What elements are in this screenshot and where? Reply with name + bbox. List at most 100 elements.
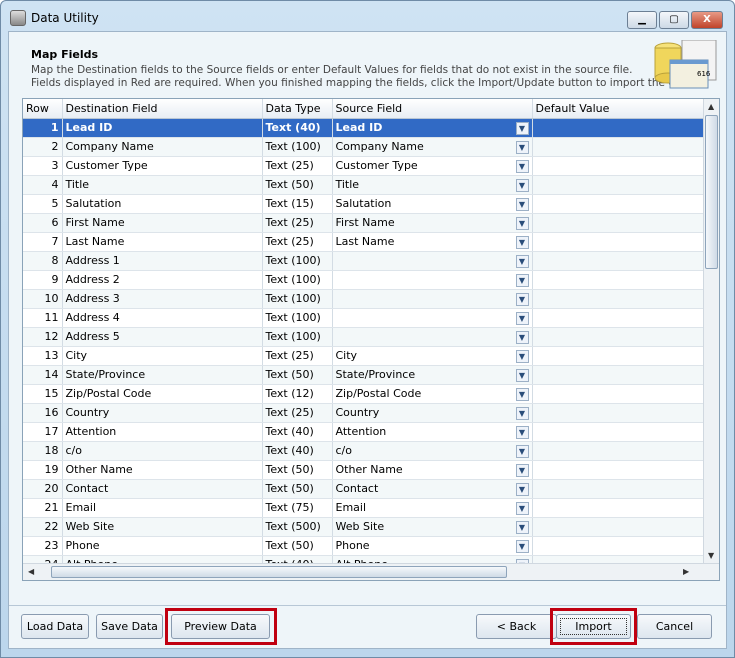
table-row[interactable]: 11 Address 4 Text (100) ▼ [23,308,704,328]
table-row[interactable]: 13 City Text (25) City ▼ [23,346,704,366]
source-field-cell[interactable]: Company Name ▼ [332,137,533,157]
source-field-cell[interactable]: First Name ▼ [332,213,533,233]
column-header-destination[interactable]: Destination Field [62,99,263,119]
source-field-cell[interactable]: Last Name ▼ [332,232,533,252]
default-value-cell[interactable] [532,384,704,404]
source-field-cell[interactable]: Web Site ▼ [332,517,533,537]
default-value-cell[interactable] [532,194,704,214]
table-row[interactable]: 6 First Name Text (25) First Name ▼ [23,213,704,233]
horizontal-scrollbar[interactable]: ◀ ▶ [23,563,719,580]
table-row[interactable]: 1 Lead ID Text (40) Lead ID ▼ [23,118,704,138]
table-row[interactable]: 21 Email Text (75) Email ▼ [23,498,704,518]
default-value-cell[interactable] [532,365,704,385]
default-value-cell[interactable] [532,118,704,138]
source-field-cell[interactable]: State/Province ▼ [332,365,533,385]
source-field-cell[interactable]: ▼ [332,251,533,271]
column-header-data-type[interactable]: Data Type [262,99,333,119]
table-row[interactable]: 15 Zip/Postal Code Text (12) Zip/Postal Cod… [23,384,704,404]
default-value-cell[interactable] [532,175,704,195]
chevron-down-icon[interactable]: ▼ [515,216,529,230]
default-value-cell[interactable] [532,213,704,233]
table-row[interactable]: 10 Address 3 Text (100) ▼ [23,289,704,309]
source-field-cell[interactable]: Customer Type ▼ [332,156,533,176]
chevron-down-icon[interactable]: ▼ [515,425,529,439]
source-field-cell[interactable]: City ▼ [332,346,533,366]
chevron-down-icon[interactable]: ▼ [515,406,529,420]
source-field-cell[interactable]: ▼ [332,270,533,290]
source-field-cell[interactable]: Country ▼ [332,403,533,423]
table-row[interactable]: 18 c/o Text (40) c/o ▼ [23,441,704,461]
source-field-cell[interactable]: ▼ [332,289,533,309]
chevron-down-icon[interactable]: ▼ [515,539,529,553]
horizontal-scroll-thumb[interactable] [51,566,507,578]
default-value-cell[interactable] [532,251,704,271]
chevron-down-icon[interactable]: ▼ [515,520,529,534]
default-value-cell[interactable] [532,270,704,290]
source-field-cell[interactable]: Contact ▼ [332,479,533,499]
table-row[interactable]: 19 Other Name Text (50) Other Name ▼ [23,460,704,480]
chevron-down-icon[interactable]: ▼ [515,178,529,192]
table-row[interactable]: 2 Company Name Text (100) Company Name ▼ [23,137,704,157]
cancel-button[interactable]: Cancel [637,614,712,639]
scroll-right-icon[interactable]: ▶ [683,567,689,576]
table-row[interactable]: 17 Attention Text (40) Attention ▼ [23,422,704,442]
chevron-down-icon[interactable]: ▼ [515,387,529,401]
chevron-down-icon[interactable]: ▼ [515,159,529,173]
default-value-cell[interactable] [532,498,704,518]
source-field-cell[interactable]: ▼ [332,327,533,347]
default-value-cell[interactable] [532,137,704,157]
chevron-down-icon[interactable]: ▼ [515,273,529,287]
chevron-down-icon[interactable]: ▼ [515,501,529,515]
chevron-down-icon[interactable]: ▼ [515,121,529,135]
source-field-cell[interactable]: Zip/Postal Code ▼ [332,384,533,404]
default-value-cell[interactable] [532,346,704,366]
vertical-scrollbar[interactable]: ▲ ▼ [703,99,719,563]
default-value-cell[interactable] [532,289,704,309]
source-field-cell[interactable]: c/o ▼ [332,441,533,461]
default-value-cell[interactable] [532,460,704,480]
table-row[interactable]: 9 Address 2 Text (100) ▼ [23,270,704,290]
chevron-down-icon[interactable]: ▼ [515,368,529,382]
table-row[interactable]: 7 Last Name Text (25) Last Name ▼ [23,232,704,252]
default-value-cell[interactable] [532,479,704,499]
save-data-button[interactable]: Save Data [96,614,163,639]
chevron-down-icon[interactable]: ▼ [515,140,529,154]
source-field-cell[interactable]: Salutation ▼ [332,194,533,214]
default-value-cell[interactable] [532,156,704,176]
chevron-down-icon[interactable]: ▼ [515,311,529,325]
table-row[interactable]: 12 Address 5 Text (100) ▼ [23,327,704,347]
default-value-cell[interactable] [532,441,704,461]
table-row[interactable]: 5 Salutation Text (15) Salutation ▼ [23,194,704,214]
table-row[interactable]: 8 Address 1 Text (100) ▼ [23,251,704,271]
default-value-cell[interactable] [532,308,704,328]
table-row[interactable]: 4 Title Text (50) Title ▼ [23,175,704,195]
chevron-down-icon[interactable]: ▼ [515,197,529,211]
table-row[interactable]: 3 Customer Type Text (25) Customer Type ▼ [23,156,704,176]
chevron-down-icon[interactable]: ▼ [515,482,529,496]
source-field-cell[interactable]: Lead ID ▼ [332,118,533,138]
chevron-down-icon[interactable]: ▼ [515,330,529,344]
source-field-cell[interactable]: Title ▼ [332,175,533,195]
table-row[interactable]: 22 Web Site Text (500) Web Site ▼ [23,517,704,537]
maximize-button[interactable]: ▢ [659,11,689,29]
chevron-down-icon[interactable]: ▼ [515,254,529,268]
back-button[interactable]: < Back [476,614,557,639]
chevron-down-icon[interactable]: ▼ [515,235,529,249]
chevron-down-icon[interactable]: ▼ [515,292,529,306]
default-value-cell[interactable] [532,536,704,556]
column-header-source[interactable]: Source Field [332,99,533,119]
source-field-cell[interactable]: Phone ▼ [332,536,533,556]
table-row[interactable]: 20 Contact Text (50) Contact ▼ [23,479,704,499]
source-field-cell[interactable]: ▼ [332,308,533,328]
chevron-down-icon[interactable]: ▼ [515,463,529,477]
chevron-down-icon[interactable]: ▼ [515,444,529,458]
source-field-cell[interactable]: Attention ▼ [332,422,533,442]
source-field-cell[interactable]: Email ▼ [332,498,533,518]
scroll-left-icon[interactable]: ◀ [28,567,34,576]
load-data-button[interactable]: Load Data [21,614,89,639]
table-row[interactable]: 14 State/Province Text (50) State/Province ▼ [23,365,704,385]
field-mapping-grid[interactable]: Row Destination Field Data Type Source F… [22,98,720,581]
chevron-down-icon[interactable]: ▼ [515,349,529,363]
table-row[interactable]: 23 Phone Text (50) Phone ▼ [23,536,704,556]
default-value-cell[interactable] [532,422,704,442]
